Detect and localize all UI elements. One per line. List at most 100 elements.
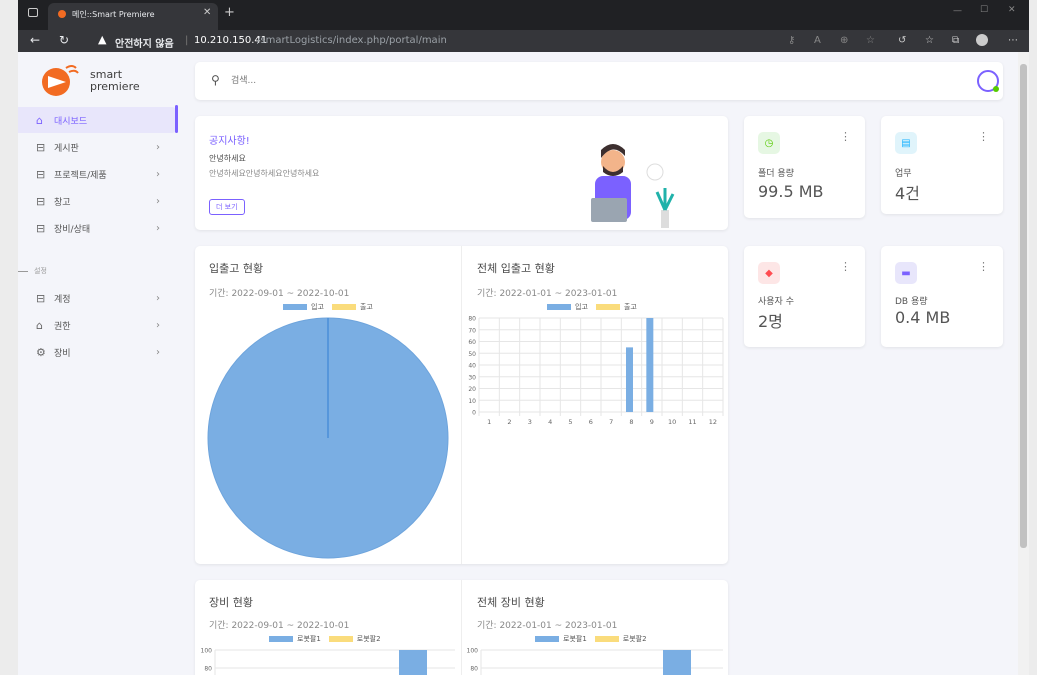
y-tick-label: 10 — [468, 398, 476, 405]
scrollbar[interactable] — [1018, 52, 1029, 675]
y-tick-label: 100 — [201, 648, 213, 655]
database-icon: ▬ — [895, 262, 917, 284]
tab-title: 메인::Smart Premiere — [72, 10, 155, 19]
sidebar-item-equipment[interactable]: ⊟ 장비/상태 › — [18, 215, 180, 241]
y-tick-label: 0 — [472, 410, 476, 417]
more-vertical-icon[interactable]: ⋮ — [840, 130, 851, 143]
x-tick-label: 4 — [548, 418, 552, 426]
chart-legend: 로봇팔1 로봇팔2 — [269, 634, 381, 644]
stat-label: 사용자 수 — [758, 297, 794, 307]
chart-legend: 입고 출고 — [283, 302, 373, 312]
tab-actions-icon[interactable] — [28, 8, 38, 17]
legend-swatch — [328, 636, 353, 642]
chart-legend: 입고 출고 — [547, 302, 637, 312]
logo-icon[interactable] — [36, 62, 84, 96]
favicon-icon — [58, 10, 66, 18]
bar — [626, 347, 633, 412]
sidebar: smart premiere ⌂ 대시보드 ⊟ 게시판 › ⊟ 프로젝트/제품 … — [18, 52, 180, 675]
minimize-icon[interactable]: — — [953, 6, 962, 16]
stat-label: DB 용량 — [895, 297, 928, 307]
legend-swatch — [269, 636, 293, 642]
stat-label: 업무 — [895, 169, 912, 179]
new-tab-icon[interactable]: + — [224, 5, 235, 20]
sidebar-item-project[interactable]: ⊟ 프로젝트/제품 › — [18, 161, 180, 187]
zoom-icon[interactable]: ⊕ — [840, 35, 848, 46]
sidebar-item-label: 창고 — [54, 197, 71, 208]
security-label[interactable]: 안전하지 않음 — [115, 35, 174, 50]
more-vertical-icon[interactable]: ⋮ — [978, 260, 989, 273]
bar — [663, 650, 691, 675]
read-aloud-icon[interactable]: A — [814, 35, 821, 46]
maximize-icon[interactable]: ☐ — [980, 5, 988, 15]
notice-body: 안녕하세요안녕하세요안녕하세요 — [209, 169, 320, 178]
clock-icon: ◷ — [758, 132, 780, 154]
sidebar-item-label: 장비/상태 — [54, 224, 91, 235]
legend-label: 입고 — [575, 303, 588, 311]
notice-illustration — [591, 144, 675, 228]
bar — [399, 650, 427, 675]
gear-icon: ⚙ — [36, 345, 46, 359]
avatar[interactable] — [977, 70, 999, 92]
chart-period: 기간: 2022-01-01 ~ 2023-01-01 — [477, 289, 618, 299]
search-input[interactable] — [231, 72, 531, 90]
profile-icon[interactable] — [976, 34, 988, 46]
more-vertical-icon[interactable]: ⋮ — [978, 130, 989, 143]
legend-label: 로봇팔2 — [356, 635, 381, 643]
back-icon[interactable]: ← — [30, 33, 40, 47]
x-tick-label: 6 — [589, 418, 593, 426]
sidebar-item-label: 프로젝트/제품 — [54, 170, 107, 181]
sidebar-item-warehouse[interactable]: ⊟ 창고 › — [18, 188, 180, 214]
favorites-icon[interactable]: ☆ — [925, 35, 934, 46]
sidebar-item-permission[interactable]: ⌂ 권한 › — [18, 312, 180, 338]
x-tick-label: 9 — [650, 418, 654, 426]
y-tick-label: 40 — [468, 363, 476, 370]
warehouse-icon: ⊟ — [36, 194, 46, 208]
y-tick-label: 60 — [468, 339, 476, 346]
notice-card: 공지사항! 안녕하세요 안녕하세요안녕하세요안녕하세요 더 보기 — [195, 116, 728, 230]
x-tick-label: 1 — [487, 418, 491, 426]
chart-legend: 로봇팔1 로봇팔2 — [535, 634, 647, 644]
more-vertical-icon[interactable]: ⋮ — [840, 260, 851, 273]
chevron-right-icon: › — [156, 222, 160, 234]
section-label: 설정 — [34, 267, 47, 275]
collections-icon[interactable]: ⧉ — [952, 35, 959, 46]
x-tick-label: 8 — [629, 418, 633, 426]
key-icon[interactable]: ⚷ — [788, 35, 795, 46]
bar-chart: 010203040506070801 2 3 4 5 6 7 8 9 10 11 12 — [468, 316, 724, 426]
sidebar-item-board[interactable]: ⊟ 게시판 › — [18, 134, 180, 160]
x-tick-label: 2 — [507, 418, 511, 426]
user-icon: ◆ — [758, 262, 780, 284]
sidebar-item-dashboard[interactable]: ⌂ 대시보드 — [18, 107, 176, 133]
chevron-right-icon: › — [156, 319, 160, 331]
close-tab-icon[interactable]: ✕ — [203, 7, 211, 18]
url-path[interactable]: /smartLogistics/index.php/portal/main — [257, 35, 447, 46]
reload-icon[interactable]: ↻ — [59, 33, 69, 47]
refresh-extension-icon[interactable]: ↺ — [898, 35, 906, 46]
stat-card-tasks: ▤ ⋮ 업무 4건 — [881, 116, 1003, 214]
sidebar-item-label: 계정 — [54, 294, 71, 305]
stat-value: 0.4 MB — [895, 308, 951, 327]
board-icon: ⊟ — [36, 140, 46, 154]
legend-swatch — [595, 304, 620, 310]
brand-name: smart premiere — [90, 69, 140, 93]
close-window-icon[interactable]: ✕ — [1008, 5, 1016, 15]
browser-tab[interactable]: 메인::Smart Premiere ✕ — [48, 3, 218, 30]
notice-title: 공지사항! — [209, 136, 250, 147]
x-tick-label: 5 — [568, 418, 572, 426]
y-tick-label: 80 — [468, 316, 476, 323]
stat-value: 99.5 MB — [758, 182, 824, 201]
chart-title: 전체 장비 현황 — [477, 596, 545, 609]
sidebar-item-equipment-settings[interactable]: ⚙ 장비 › — [18, 339, 180, 365]
legend-swatch — [283, 304, 307, 310]
more-button[interactable]: 더 보기 — [209, 199, 245, 215]
chart-period: 기간: 2022-01-01 ~ 2023-01-01 — [477, 621, 618, 631]
legend-swatch — [594, 636, 619, 642]
equipment-chart-card: 장비 현황 기간: 2022-09-01 ~ 2022-10-01 로봇팔1 로… — [195, 580, 728, 675]
legend-label: 출고 — [359, 303, 373, 311]
more-icon[interactable]: ⋯ — [1008, 35, 1018, 46]
scrollbar-thumb[interactable] — [1020, 64, 1027, 548]
legend-swatch — [547, 304, 571, 310]
favorite-icon[interactable]: ☆ — [866, 35, 875, 46]
y-tick-label: 70 — [468, 327, 476, 334]
sidebar-item-account[interactable]: ⊟ 계정 › — [18, 285, 180, 311]
